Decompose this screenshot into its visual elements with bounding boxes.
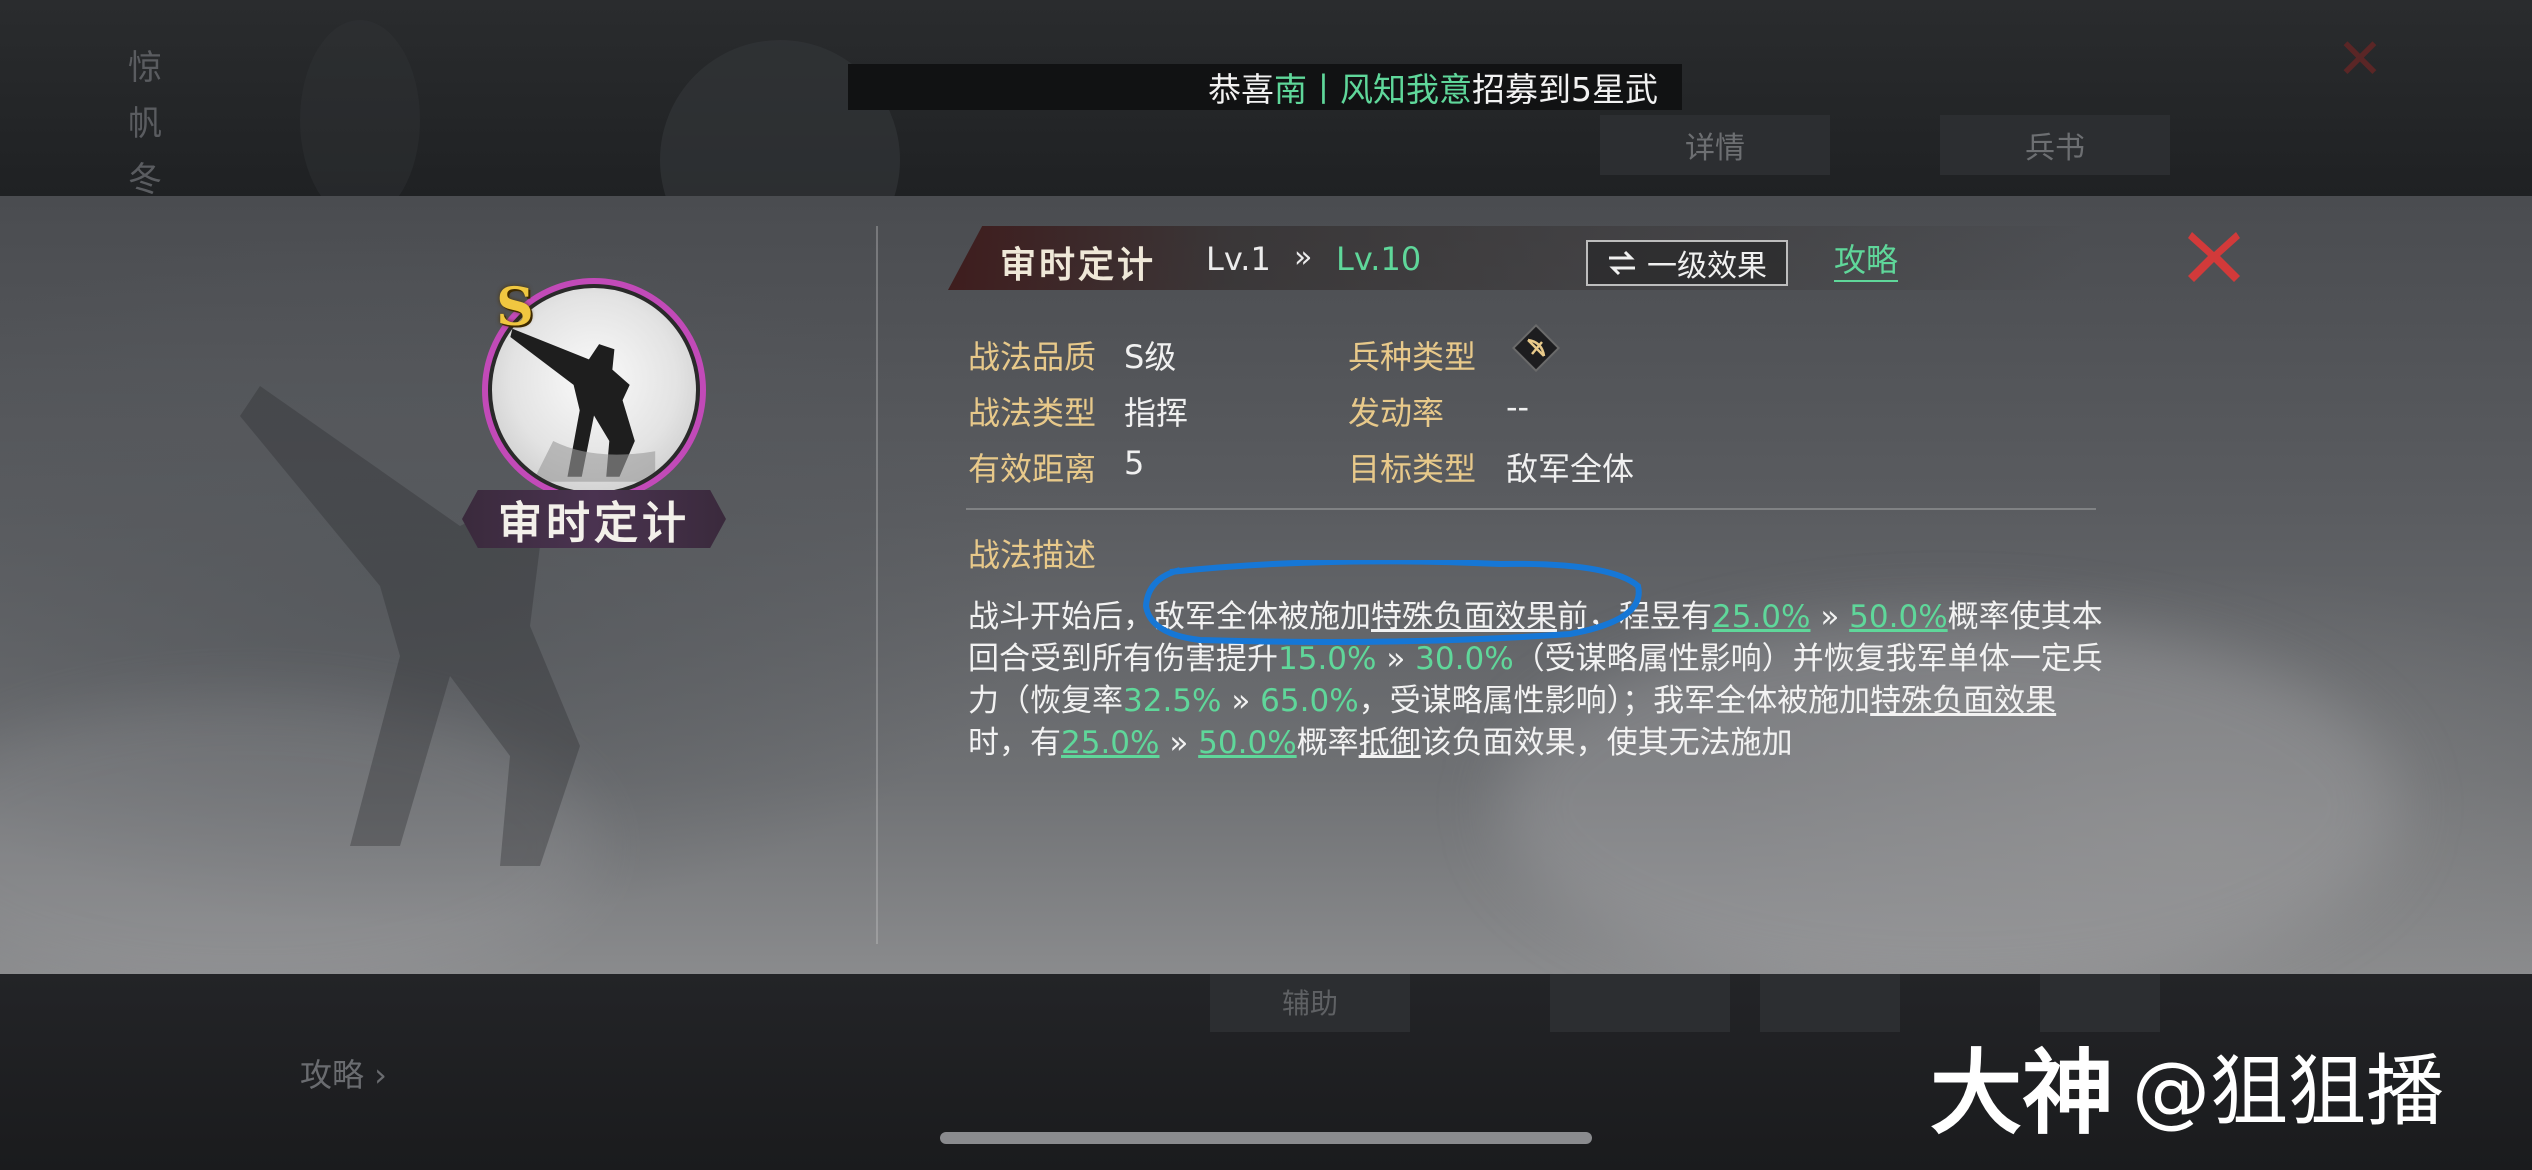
desc-arrow: »: [1159, 725, 1199, 761]
home-indicator[interactable]: [940, 1132, 1592, 1144]
background-tab-detail: 详情: [1600, 115, 1830, 175]
banner-player-name: 南丨风知我意: [1274, 70, 1472, 109]
desc-text: 概率: [1296, 725, 1359, 761]
desc-value: 15.0%: [1278, 641, 1377, 677]
desc-value: 50.0%: [1849, 599, 1948, 635]
troop-type-label: 兵种类型: [1348, 338, 1477, 376]
background-button-assist: 辅助: [1210, 972, 1410, 1032]
effect-toggle-label: 一级效果: [1647, 249, 1767, 284]
watermark-username: @狙狙播: [2132, 1047, 2445, 1137]
banner-suffix: 招募到5星武: [1472, 70, 1658, 109]
description-title: 战法描述: [968, 536, 1097, 574]
background-guide-label: 攻略 ›: [300, 1056, 387, 1094]
skill-grade-badge: S: [496, 277, 534, 338]
desc-arrow: »: [1376, 641, 1416, 677]
quality-value: S级: [1124, 338, 1177, 376]
close-icon[interactable]: [2182, 224, 2246, 288]
desc-value: 32.5%: [1123, 683, 1222, 719]
level-arrow-icon: »: [1294, 240, 1313, 275]
range-value: 5: [1124, 444, 1145, 482]
desc-keyword-link[interactable]: 抵御: [1359, 725, 1421, 761]
desc-text: 时，有: [968, 725, 1061, 761]
desc-value: 25.0%: [1061, 725, 1160, 761]
guide-link[interactable]: 攻略: [1834, 240, 1899, 282]
desc-text: 前，程昱有: [1557, 599, 1712, 635]
desc-value: 25.0%: [1712, 599, 1811, 635]
desc-value: 30.0%: [1415, 641, 1514, 677]
background-side-text: 惊 帆 冬: [128, 48, 162, 200]
desc-arrow: »: [1810, 599, 1850, 635]
desc-text: 敌军全体被施加: [1154, 599, 1371, 635]
skill-type-label: 战法类型: [968, 394, 1097, 432]
quality-label: 战法品质: [968, 338, 1097, 376]
desc-text: 该负面效果，使其无法施加: [1420, 725, 1793, 761]
desc-keyword-link[interactable]: 特殊负面效果: [1371, 599, 1557, 635]
desc-arrow: »: [1221, 683, 1261, 719]
skill-description: 战斗开始后，敌军全体被施加特殊负面效果前，程昱有25.0% » 50.0%概率使…: [968, 596, 2108, 764]
swap-arrows-icon: [1609, 250, 1635, 276]
trigger-rate-value: --: [1506, 388, 1530, 426]
desc-value: 65.0%: [1260, 683, 1359, 719]
background-close-icon: ✕: [2336, 27, 2384, 92]
recruit-announcement-banner: 恭喜 南丨风知我意 招募到5星武: [848, 64, 1682, 110]
watermark-logo: 大神: [1930, 1039, 2115, 1147]
desc-value: 50.0%: [1198, 725, 1297, 761]
level-from: Lv.1: [1206, 240, 1271, 278]
banner-prefix: 恭喜: [1208, 70, 1274, 109]
watermark: 大神 @狙狙播: [1930, 1030, 2445, 1147]
background-tab-book: 兵书: [1940, 115, 2170, 175]
skill-name-plate: 审时定计: [462, 490, 726, 548]
level-to: Lv.10: [1336, 240, 1422, 278]
range-label: 有效距离: [968, 450, 1097, 488]
background-figure: [300, 20, 420, 220]
background-button: [1550, 972, 1730, 1032]
trigger-rate-label: 发动率: [1348, 394, 1445, 432]
bow-icon: [1512, 324, 1560, 372]
panel-divider: [876, 226, 878, 944]
skill-detail-dialog: S 审时定计 审时定计 Lv.1 » Lv.10 一级效果 攻略 战法品质 S级…: [0, 196, 2532, 974]
background-button: [1760, 972, 1900, 1032]
skill-title: 审时定计: [1000, 244, 1157, 286]
desc-text: ，受谋略属性影响）；我军全体被施加: [1358, 683, 1871, 719]
skill-type-value: 指挥: [1124, 394, 1189, 432]
desc-text: 战斗开始后，: [968, 599, 1154, 635]
effect-toggle-button[interactable]: 一级效果: [1586, 240, 1788, 286]
section-divider: [966, 508, 2096, 510]
target-type-label: 目标类型: [1348, 450, 1477, 488]
desc-keyword-link[interactable]: 特殊负面效果: [1870, 683, 2056, 719]
target-type-value: 敌军全体: [1506, 450, 1635, 488]
